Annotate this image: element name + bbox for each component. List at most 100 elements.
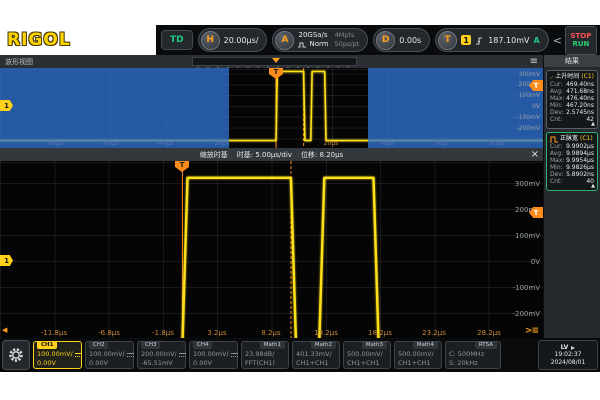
math-scale: 500.00mV/ <box>347 350 387 359</box>
channel-offset: -65.51mV <box>141 359 182 368</box>
card-expand-icon[interactable]: ▲ <box>591 183 595 189</box>
math-block-math2[interactable]: Math2 401.33mV/ CH1+CH1 <box>292 341 340 369</box>
acquire-knob-icon[interactable]: A <box>275 31 294 50</box>
trigger-control[interactable]: T 1 187.10mV A <box>435 28 548 52</box>
zoom-panel[interactable]: -11.8μs -6.8μs -1.8μs 3.2μs 8.2μs 13.2μs… <box>0 161 543 338</box>
panel-more-menu-icon[interactable]: >≡ <box>525 326 538 336</box>
rtsa-tab[interactable]: RTSA <box>475 342 497 349</box>
stat-label: Cur: <box>550 143 562 150</box>
panel-collapse-icon[interactable]: ◀ <box>2 326 7 334</box>
results-sidebar: 结果 上升时间(C1) Cur:469.40ns Avg:471.68ns Ma… <box>543 55 600 338</box>
zoom-volt-label: 300mV <box>515 180 540 188</box>
math-block-math1[interactable]: Math1 23.98dB/ FFT(CH1) <box>241 341 289 369</box>
math-expression: CH1+CH1 <box>347 359 387 368</box>
zoom-time-label: 13.2μs <box>309 329 343 337</box>
math-scale: 500.00mV/ <box>398 350 438 359</box>
waveform-navigator-strip[interactable] <box>192 57 357 66</box>
math-tab[interactable]: Math4 <box>413 342 438 349</box>
memory-depth: 4Mpts <box>335 31 360 40</box>
dc-coupling-icon <box>179 352 186 358</box>
zoom-time-label: 23.2μs <box>417 329 451 337</box>
waveform-view-menu-icon[interactable]: ≡ <box>530 55 538 68</box>
pulse-wave-icon <box>298 42 307 48</box>
horizontal-timebase-control[interactable]: H 20.00μs/ <box>198 28 268 52</box>
system-date: 2024/08/01 <box>551 359 586 367</box>
measurement-card-risetime[interactable]: 上升时间(C1) Cur:469.40ns Avg:471.68ns Max:4… <box>546 70 598 129</box>
math-block-math4[interactable]: Math4 500.00mV/ CH1+CH1 <box>394 341 442 369</box>
rtsa-block[interactable]: RTSA C: 500MHz S: 20kHz <box>445 341 501 369</box>
stat-label: Min: <box>550 102 563 109</box>
channel-block-ch2[interactable]: CH2 100.00mV/ 0.00V <box>85 341 134 369</box>
rising-edge-icon <box>475 36 484 45</box>
trigger-coupling-flag: A <box>533 36 539 45</box>
rtsa-center-freq: C: 500MHz <box>449 350 497 359</box>
channel-scale: 100.00mV/ <box>37 350 73 359</box>
zoom-timebase-bar[interactable]: 缩放时基 时基: 5.00μs/div 位移: 8.20μs × <box>0 148 543 161</box>
channel-block-ch4[interactable]: CH4 100.00mV/ 0.00V <box>189 341 238 369</box>
stat-value: 471.68ns <box>566 88 594 95</box>
stat-value: 476.40ns <box>566 95 594 102</box>
stat-label: Cnt: <box>550 116 562 123</box>
channel-offset: 0.00V <box>89 359 130 368</box>
waveform-view-title: 波形视图 <box>5 57 33 67</box>
zoom-close-icon[interactable]: × <box>531 148 539 161</box>
waveform-view: 波形视图 ≡ -80μs -60μs -40μs -20μs <box>0 55 543 338</box>
timebase-value: 20.00μs/ <box>224 36 259 45</box>
zoom-time-label: 3.2μs <box>200 329 234 337</box>
clock-block[interactable]: LV 19:02:37 2024/08/01 <box>538 340 598 370</box>
oscilloscope-screen: RIGOL TD H 20.00μs/ A 20GSa/s Norm <box>0 25 600 372</box>
channel-scale: 100.00mV/ <box>193 350 229 359</box>
math-tab[interactable]: Math3 <box>362 342 387 349</box>
delay-knob-icon[interactable]: D <box>376 31 395 50</box>
status-label: LV <box>561 344 569 352</box>
settings-gear-button[interactable] <box>2 340 30 370</box>
overview-panel[interactable]: -80μs -60μs -40μs -20μs 20μs 40μs 60μs 8… <box>0 68 543 148</box>
channel-tab[interactable]: CH3 <box>141 342 160 349</box>
stat-label: Dev: <box>550 109 564 116</box>
channel-block-ch3[interactable]: CH3 200.00mV/ -65.51mV <box>137 341 186 369</box>
measurement-card-pulsewidth[interactable]: 正脉宽(C1) Cur:9.9902μs Avg:9.9894μs Max:9.… <box>546 132 598 191</box>
zoom-window-shade-left[interactable] <box>0 68 229 148</box>
zoom-volt-label: 100mV <box>515 232 540 240</box>
measurement-source: (C1) <box>581 73 594 81</box>
channel-tab[interactable]: CH1 <box>37 342 57 349</box>
channel-tab[interactable]: CH2 <box>89 342 108 349</box>
math-expression: CH1+CH1 <box>296 359 336 368</box>
channel-tab[interactable]: CH4 <box>193 342 212 349</box>
math-tab[interactable]: Math2 <box>311 342 336 349</box>
toolbar-prev-arrow[interactable]: < <box>553 34 562 47</box>
trigger-knob-icon[interactable]: T <box>438 31 457 50</box>
mode-badge-td[interactable]: TD <box>161 30 193 50</box>
run-stop-button[interactable]: STOP RUN <box>565 26 597 55</box>
measurement-source: (C1) <box>580 135 593 143</box>
card-expand-icon[interactable]: ▲ <box>591 121 595 127</box>
zoom-bar-label: 缩放时基 <box>200 150 228 160</box>
trigger-level-value: 187.10mV <box>488 36 529 45</box>
math-block-math3[interactable]: Math3 500.00mV/ CH1+CH1 <box>343 341 391 369</box>
speaker-icon <box>571 346 575 350</box>
math-scale: 23.98dB/ <box>245 350 285 359</box>
math-tab[interactable]: Math1 <box>260 342 285 349</box>
navigator-position-marker[interactable] <box>272 58 280 63</box>
pulse-width-icon <box>550 136 558 143</box>
horizontal-knob-icon[interactable]: H <box>201 31 220 50</box>
channel-block-ch1[interactable]: CH1 100.00mV/ 0.00V <box>33 341 82 369</box>
stat-value: 469.40ns <box>566 81 594 88</box>
ch1-trace <box>0 178 543 338</box>
zoom-window-shade-right[interactable] <box>368 68 543 148</box>
zoom-time-label: -1.8μs <box>146 329 180 337</box>
acquire-control[interactable]: A 20GSa/s Norm 4Mpts 50ps/pt <box>272 28 368 52</box>
stat-label: Cnt: <box>550 178 562 185</box>
channel-scale: 100.00mV/ <box>89 350 125 359</box>
main-area: 波形视图 ≡ -80μs -60μs -40μs -20μs <box>0 55 600 338</box>
stop-label: STOP <box>570 33 591 40</box>
stat-label: Max: <box>550 157 564 164</box>
math-scale: 401.33mV/ <box>296 350 336 359</box>
zoom-volt-label: -100mV <box>513 284 541 292</box>
zoom-time-label: -6.8μs <box>92 329 126 337</box>
delay-control[interactable]: D 0.00s <box>373 28 430 52</box>
trigger-source-badge: 1 <box>461 35 471 45</box>
math-expression: CH1+CH1 <box>398 359 438 368</box>
channel-offset: 0.00V <box>37 359 78 368</box>
stat-value: 9.9902μs <box>566 143 594 150</box>
